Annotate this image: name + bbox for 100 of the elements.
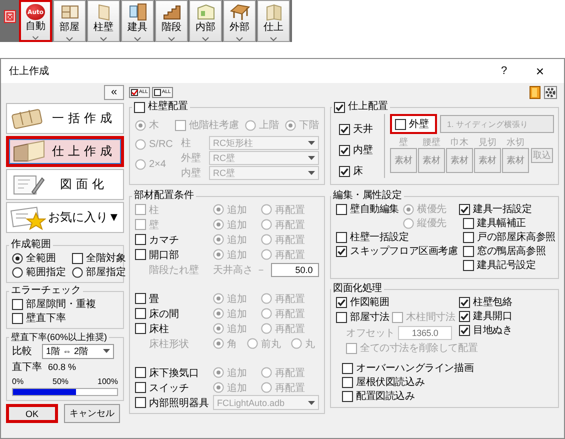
- toolbar-button[interactable]: 柱壁: [87, 0, 120, 42]
- mode-button[interactable]: お気に入り▼: [6, 202, 124, 233]
- ok-button[interactable]: OK: [6, 404, 58, 423]
- checkbox-icon[interactable]: [463, 218, 474, 228]
- checkbox-icon[interactable]: [336, 204, 347, 214]
- checkbox[interactable]: 建具幅補正: [463, 216, 526, 230]
- checkbox-icon[interactable]: [463, 246, 474, 256]
- radio-icon[interactable]: [213, 308, 224, 319]
- checkbox-icon[interactable]: [336, 312, 347, 322]
- checkbox[interactable]: 柱壁包絡: [459, 295, 512, 309]
- checkbox-icon[interactable]: [336, 246, 347, 256]
- checkbox-icon[interactable]: [334, 102, 345, 112]
- checkbox[interactable]: 外壁: [390, 114, 437, 134]
- checkbox[interactable]: 柱壁一括設定: [336, 230, 409, 244]
- radio-icon[interactable]: [285, 120, 296, 130]
- checkbox-icon[interactable]: [135, 323, 146, 334]
- radio-icon[interactable]: [213, 293, 224, 304]
- checkbox[interactable]: 屋根伏図読込み: [342, 375, 425, 389]
- checkbox[interactable]: オーバーハングライン描画: [342, 361, 474, 375]
- checkbox-icon[interactable]: [135, 249, 146, 260]
- checkbox-icon[interactable]: [72, 252, 83, 264]
- checkbox-icon[interactable]: [342, 390, 353, 402]
- checkbox[interactable]: カマチ: [135, 232, 179, 246]
- radio-icon[interactable]: [261, 323, 272, 334]
- mode-button[interactable]: 図面化: [6, 169, 124, 200]
- radio-button[interactable]: 全範囲: [12, 251, 56, 265]
- checkbox[interactable]: 床柱: [135, 322, 169, 336]
- radio-icon[interactable]: [135, 158, 146, 170]
- radio-icon[interactable]: [261, 249, 272, 260]
- settings-icon[interactable]: [544, 86, 557, 98]
- checkbox-icon[interactable]: [339, 124, 350, 134]
- radio-icon[interactable]: [261, 308, 272, 319]
- close-button[interactable]: ×: [522, 63, 558, 79]
- collapse-button[interactable]: «: [104, 85, 124, 100]
- radio-button[interactable]: 範囲指定: [12, 265, 66, 279]
- radio-icon[interactable]: [261, 382, 272, 393]
- toolbar-button[interactable]: 仕上: [257, 0, 290, 42]
- checkbox-icon[interactable]: [135, 397, 146, 408]
- checkbox-icon[interactable]: [459, 296, 470, 308]
- radio-icon[interactable]: [261, 293, 272, 304]
- toolbar-button[interactable]: 階段: [155, 0, 188, 42]
- checkbox[interactable]: 全階対象: [72, 251, 126, 265]
- checkbox-icon[interactable]: [463, 260, 474, 270]
- radio-icon[interactable]: [403, 218, 414, 228]
- checkbox-icon[interactable]: [135, 367, 146, 378]
- checkbox-icon[interactable]: [346, 342, 357, 354]
- checkbox-icon[interactable]: [339, 166, 350, 176]
- radio-icon[interactable]: [213, 249, 224, 260]
- checkbox-icon[interactable]: [463, 232, 474, 242]
- radio-icon[interactable]: [213, 367, 224, 378]
- compare-dropdown[interactable]: 1階 ⇔ 2階: [42, 344, 114, 358]
- radio-icon[interactable]: [213, 382, 224, 393]
- checkbox-icon[interactable]: [342, 362, 353, 374]
- checkbox[interactable]: 内壁: [339, 143, 373, 157]
- checkbox-icon[interactable]: [395, 118, 406, 130]
- checkbox[interactable]: 床下換気口: [135, 366, 199, 380]
- checkbox[interactable]: 内部照明器具: [135, 396, 209, 410]
- checkbox-icon[interactable]: [135, 308, 146, 319]
- checkbox-icon[interactable]: [135, 234, 146, 245]
- checkbox[interactable]: 作図範囲: [336, 295, 390, 309]
- checkbox[interactable]: スキップフロア区画考慮: [336, 244, 458, 258]
- checkbox[interactable]: 建具開口: [459, 309, 512, 323]
- radio-icon[interactable]: [12, 252, 23, 264]
- checkbox-icon[interactable]: [135, 293, 146, 304]
- checkbox[interactable]: 床の間: [135, 306, 179, 320]
- checkbox[interactable]: 仕上配置: [334, 100, 388, 114]
- toolbar-button[interactable]: 建具: [121, 0, 154, 42]
- checkbox[interactable]: 配置図読込み: [342, 389, 415, 403]
- checkbox[interactable]: スイッチ: [135, 380, 189, 394]
- radio-icon[interactable]: [245, 120, 256, 130]
- radio-icon[interactable]: [72, 266, 83, 278]
- checkbox-icon[interactable]: [336, 296, 347, 308]
- toolbar-button[interactable]: 部屋: [53, 0, 86, 42]
- checkbox-icon[interactable]: [459, 204, 470, 214]
- checkbox[interactable]: 目地ぬき: [459, 323, 512, 337]
- checkbox-icon[interactable]: [12, 312, 23, 324]
- checkbox[interactable]: 部屋寸法: [336, 310, 390, 324]
- checkbox[interactable]: 建具一括設定: [459, 202, 532, 216]
- radio-icon[interactable]: [213, 234, 224, 245]
- radio-icon[interactable]: [261, 234, 272, 245]
- radio-icon[interactable]: [135, 120, 146, 130]
- checkbox[interactable]: 壁直下率: [12, 311, 66, 325]
- checkbox-icon[interactable]: [459, 324, 470, 336]
- checkbox[interactable]: 壁自動編集: [336, 202, 400, 216]
- checkbox[interactable]: 畳: [135, 292, 159, 306]
- checkbox-icon[interactable]: [339, 144, 350, 156]
- checkbox-icon[interactable]: [336, 232, 347, 242]
- mode-button[interactable]: 一括作成: [6, 103, 124, 134]
- toolbar-button[interactable]: 外部: [223, 0, 256, 42]
- checkbox-icon[interactable]: [459, 310, 470, 322]
- checkbox-icon[interactable]: [342, 376, 353, 388]
- checkbox-icon[interactable]: [392, 312, 404, 322]
- checkbox-icon[interactable]: [135, 382, 146, 393]
- mode-button[interactable]: 仕上作成: [6, 136, 124, 167]
- checkbox[interactable]: 部屋隙間・重複: [12, 297, 96, 311]
- toolbar-button[interactable]: 内部: [189, 0, 222, 42]
- radio-icon[interactable]: [12, 266, 23, 278]
- cancel-button[interactable]: キャンセル: [64, 404, 120, 423]
- help-button[interactable]: ?: [486, 65, 522, 77]
- radio-icon[interactable]: [213, 323, 224, 334]
